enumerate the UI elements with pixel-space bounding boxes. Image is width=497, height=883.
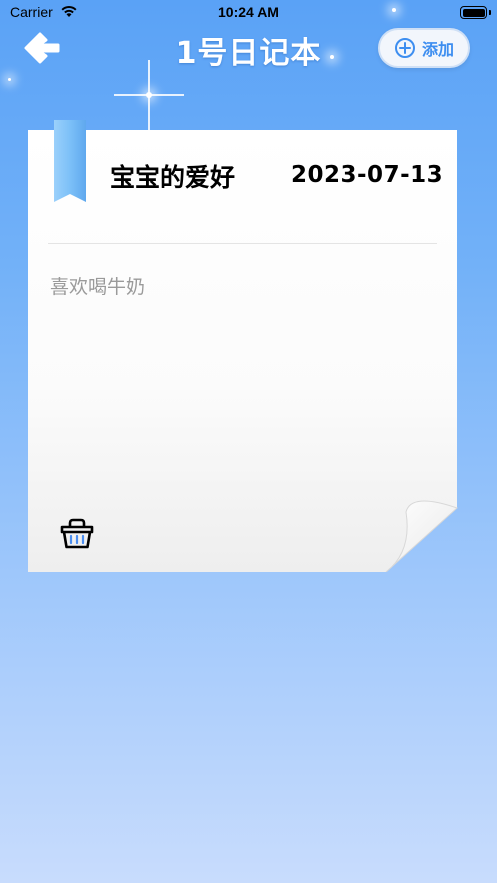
- note-date: 2023-07-13: [291, 162, 444, 188]
- status-time: 10:24 AM: [218, 4, 279, 20]
- add-button[interactable]: 添加: [378, 28, 470, 68]
- status-bar: Carrier 10:24 AM: [0, 0, 497, 26]
- page-curl-decoration: [385, 500, 458, 572]
- bookmark-ribbon-icon: [54, 120, 86, 202]
- note-title: 宝宝的爱好: [110, 163, 236, 192]
- plus-circle-icon: [394, 38, 415, 58]
- add-button-label: 添加: [421, 40, 454, 59]
- sparkle-decoration: [146, 92, 152, 98]
- sparkle-decoration: [8, 78, 11, 81]
- delete-button[interactable]: [58, 514, 96, 552]
- basket-icon: [60, 518, 94, 549]
- battery-icon: [460, 6, 491, 19]
- note-content: 喜欢喝牛奶: [50, 276, 146, 298]
- divider: [48, 243, 437, 244]
